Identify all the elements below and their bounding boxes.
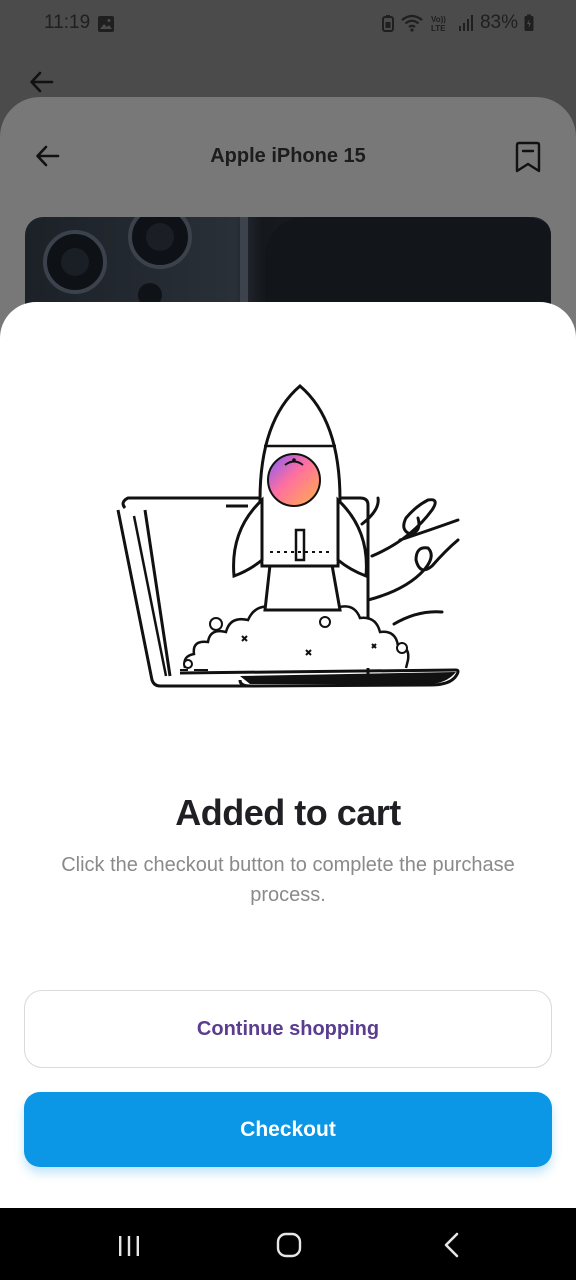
bookmark-icon[interactable]	[514, 140, 542, 174]
recents-icon[interactable]	[117, 1234, 141, 1258]
status-right-group: Vo)) LTE 83%	[381, 12, 534, 34]
added-to-cart-modal: Added to cart Click the checkout button …	[0, 302, 576, 1208]
back-chevron-icon[interactable]	[442, 1232, 462, 1258]
battery-charging-icon	[524, 14, 534, 31]
rocket-launch-illustration	[116, 384, 460, 688]
modal-description: Click the checkout button to complete th…	[61, 854, 515, 906]
battery-saver-icon	[381, 15, 394, 32]
wifi-icon	[401, 14, 423, 32]
signal-icon	[458, 15, 473, 31]
image-notification-icon	[98, 16, 114, 32]
system-nav-bar	[0, 1208, 576, 1280]
svg-text:Vo)): Vo))	[431, 15, 446, 24]
arrow-left-icon[interactable]	[28, 68, 56, 96]
checkout-button[interactable]: Checkout	[24, 1092, 552, 1167]
continue-shopping-button[interactable]: Continue shopping	[24, 990, 552, 1068]
status-bar: 11:19 Vo)) LTE 83%	[0, 0, 576, 48]
volte-icon: Vo)) LTE	[431, 15, 446, 32]
status-time: 11:19	[44, 12, 91, 33]
product-title: Apple iPhone 15	[210, 145, 366, 167]
modal-title: Added to cart	[175, 792, 401, 833]
product-header: Apple iPhone 15	[0, 97, 576, 217]
svg-text:LTE: LTE	[431, 24, 446, 32]
battery-percent: 83%	[479, 12, 518, 33]
home-icon[interactable]	[276, 1232, 302, 1258]
